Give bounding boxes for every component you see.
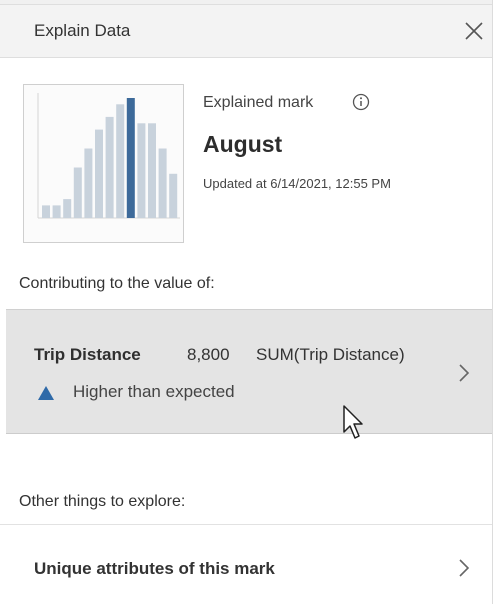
mark-thumbnail-chart <box>23 84 184 243</box>
updated-timestamp: Updated at 6/14/2021, 12:55 PM <box>203 176 391 191</box>
thumbnail-chart-svg <box>37 93 180 219</box>
other-things-heading: Other things to explore: <box>19 493 186 510</box>
thumbnail-bar-highlighted <box>126 98 135 218</box>
explain-data-panel: Explain Data Explained mark August Updat… <box>0 0 493 604</box>
mouse-cursor-icon <box>343 405 363 439</box>
thumbnail-bar <box>42 205 50 218</box>
thumbnail-bar <box>73 167 82 218</box>
thumbnail-bar <box>52 205 61 218</box>
panel-header: Explain Data <box>0 5 492 58</box>
thumbnail-bar <box>116 104 125 218</box>
thumbnail-bar <box>137 123 146 218</box>
explore-item-label: Unique attributes of this mark <box>34 559 275 578</box>
thumbnail-bar <box>169 173 178 218</box>
chevron-right-icon <box>459 364 470 382</box>
info-icon <box>352 93 370 111</box>
thumbnail-bar <box>63 199 72 218</box>
contributing-measure-card[interactable]: Trip Distance 8,800 SUM(Trip Distance) H… <box>6 309 492 434</box>
measure-value: 8,800 <box>187 345 230 364</box>
chevron-right-icon <box>459 559 470 577</box>
contributing-heading: Contributing to the value of: <box>19 275 215 292</box>
explained-mark-label: Explained mark <box>203 94 314 111</box>
thumbnail-bar <box>95 129 103 218</box>
thumbnail-bar <box>148 123 156 218</box>
info-button[interactable] <box>352 93 370 111</box>
measure-aggregation: SUM(Trip Distance) <box>256 345 405 364</box>
thumbnail-bar <box>105 116 114 218</box>
expectation-status: Higher than expected <box>73 382 235 401</box>
explained-mark-value: August <box>203 131 283 157</box>
close-icon <box>465 22 483 40</box>
panel-title: Explain Data <box>34 21 131 40</box>
triangle-up-icon <box>38 386 54 400</box>
thumbnail-bar <box>158 148 167 218</box>
measure-name: Trip Distance <box>34 345 141 364</box>
thumbnail-bar <box>84 148 93 218</box>
explore-item-unique-attributes[interactable]: Unique attributes of this mark <box>0 525 492 604</box>
close-button[interactable] <box>462 19 486 43</box>
